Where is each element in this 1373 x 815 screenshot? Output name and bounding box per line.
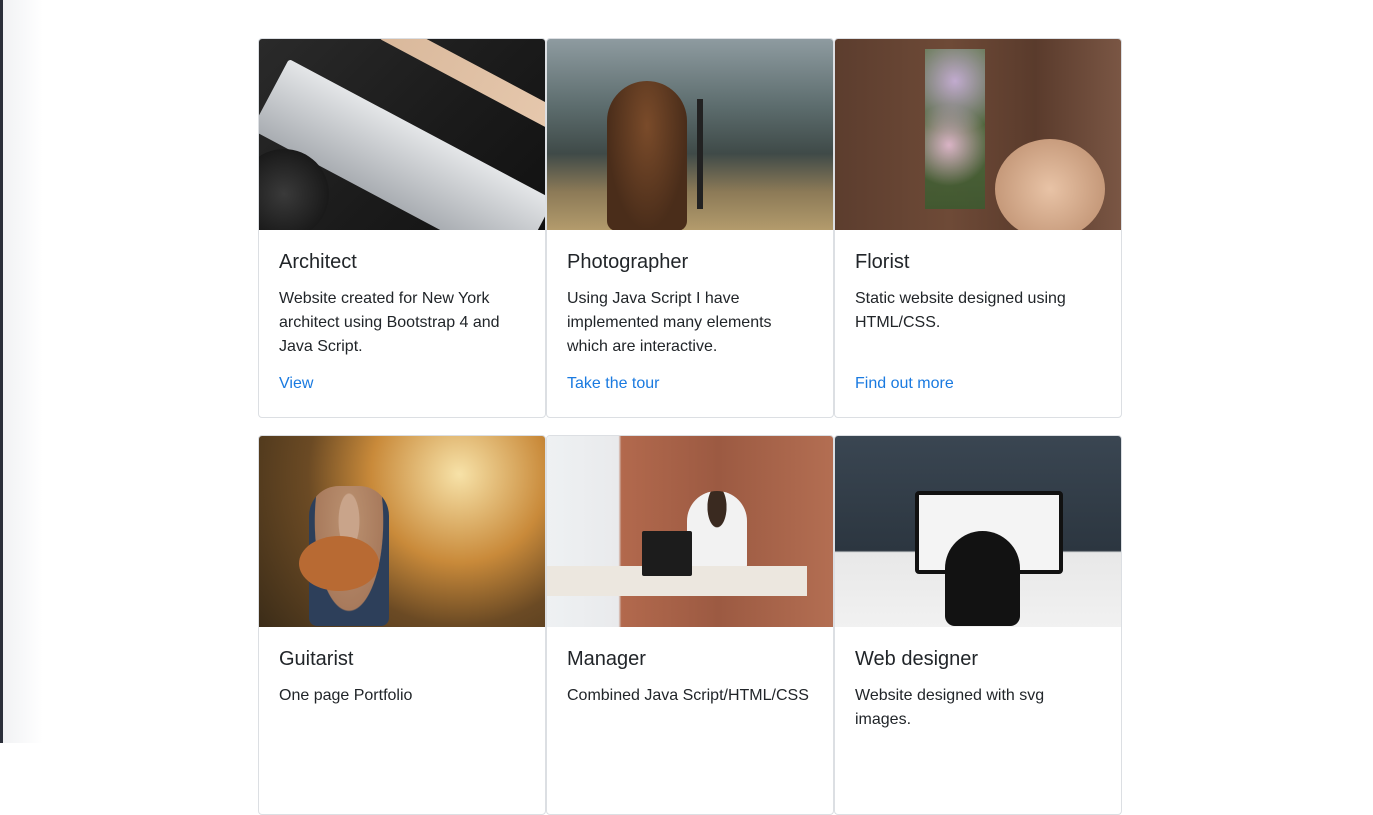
card-title: Web designer — [855, 648, 979, 670]
card-body: Photographer Using Java Script I have im… — [547, 230, 833, 393]
card-title: Manager — [567, 648, 646, 670]
card-title: Guitarist — [279, 648, 354, 670]
laptop-shape — [642, 531, 692, 576]
card-manager: Manager Combined Java Script/HTML/CSS — [546, 435, 834, 815]
card-body: Web designer Website designed with svg i… — [835, 627, 1121, 760]
card-description: One page Portfolio — [279, 687, 413, 704]
card-body: Manager Combined Java Script/HTML/CSS — [547, 627, 833, 760]
architect-tools-image — [259, 39, 545, 230]
portfolio-grid: Architect Website created for New York a… — [258, 38, 1122, 815]
portfolio-row-2: Guitarist One page Portfolio Manager Com… — [258, 435, 1122, 815]
photographer-image — [547, 39, 833, 230]
card-body: Florist Static website designed using HT… — [835, 230, 1121, 393]
card-guitarist: Guitarist One page Portfolio — [258, 435, 546, 815]
portfolio-row-1: Architect Website created for New York a… — [258, 38, 1122, 418]
web-designer-image — [835, 436, 1121, 627]
card-title: Florist — [855, 251, 910, 273]
card-body: Guitarist One page Portfolio — [259, 627, 545, 760]
guitar-shape — [299, 536, 379, 591]
card-description: Using Java Script I have implemented man… — [567, 290, 772, 355]
card-description: Website created for New York architect u… — [279, 290, 500, 355]
card-description: Static website designed using HTML/CSS. — [855, 290, 1066, 331]
take-the-tour-link[interactable]: Take the tour — [567, 375, 660, 393]
florist-table-image — [835, 39, 1121, 230]
manager-desk-image — [547, 436, 833, 627]
plate-shape — [995, 139, 1105, 230]
card-description: Website designed with svg images. — [855, 687, 1045, 728]
designer-figure — [945, 531, 1020, 626]
card-photographer: Photographer Using Java Script I have im… — [546, 38, 834, 418]
manager-figure — [687, 491, 747, 571]
photographer-figure — [607, 81, 687, 230]
card-florist: Florist Static website designed using HT… — [834, 38, 1122, 418]
find-out-more-link[interactable]: Find out more — [855, 375, 954, 393]
window-edge-shadow — [3, 0, 43, 743]
card-title: Architect — [279, 251, 357, 273]
flowers-shape — [925, 49, 985, 209]
card-architect: Architect Website created for New York a… — [258, 38, 546, 418]
card-body: Architect Website created for New York a… — [259, 230, 545, 393]
tripod-shape — [697, 99, 703, 209]
card-description: Combined Java Script/HTML/CSS — [567, 687, 809, 704]
card-web-designer: Web designer Website designed with svg i… — [834, 435, 1122, 815]
view-link[interactable]: View — [279, 375, 313, 393]
card-title: Photographer — [567, 251, 689, 273]
guitarist-image — [259, 436, 545, 627]
